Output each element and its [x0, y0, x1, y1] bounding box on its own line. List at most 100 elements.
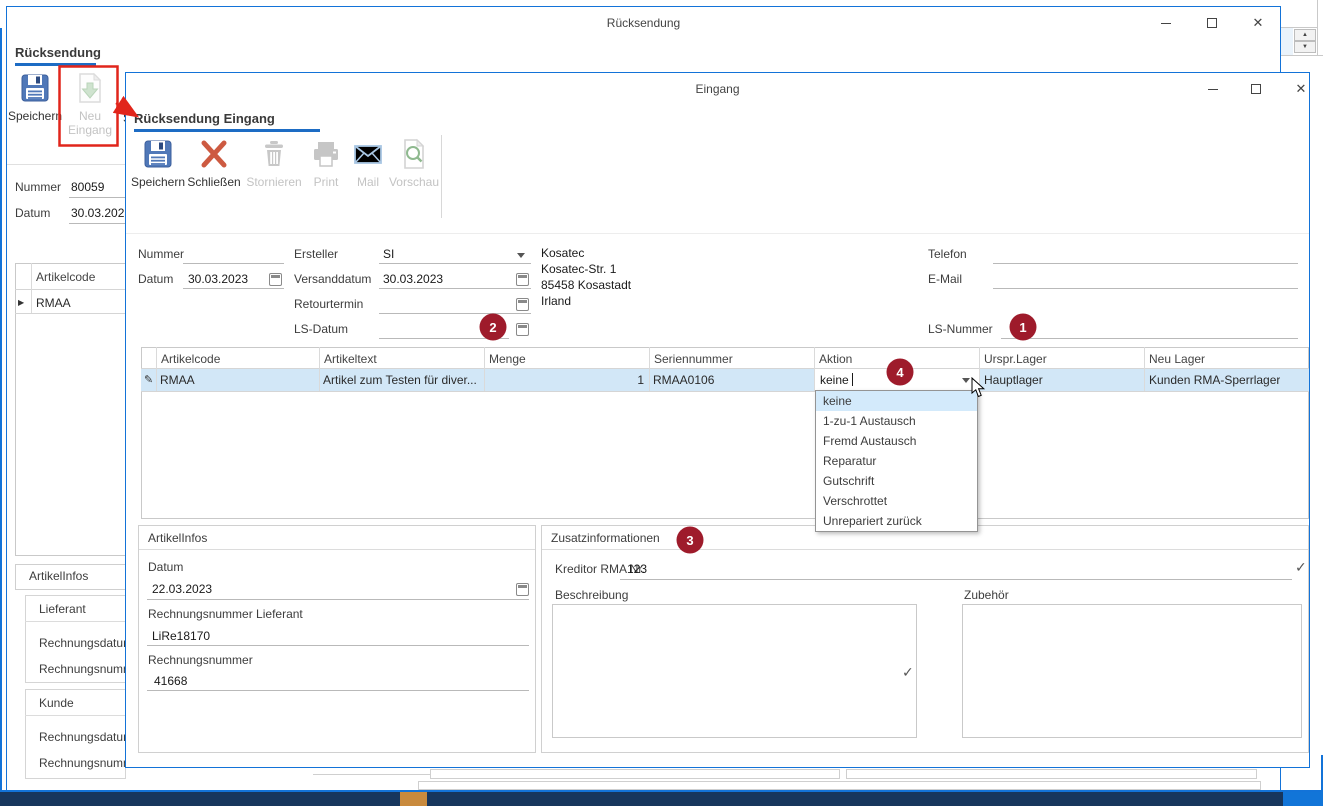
close-button[interactable]: ✕	[1288, 79, 1314, 99]
window-eingang: Eingang ✕ Rücksendung Eingang Speichern …	[125, 72, 1310, 768]
minimize-button[interactable]	[1153, 13, 1179, 33]
dropdown-option-fremd-austausch[interactable]: Fremd Austausch	[816, 431, 977, 451]
print-label: Print	[304, 175, 348, 189]
ls-datum-calendar-icon[interactable]	[516, 323, 529, 336]
cell-neu-lager[interactable]: Kunden RMA-Sperrlager	[1149, 373, 1280, 387]
address-line-3: 85458 Kosastadt	[541, 278, 631, 292]
ai-re-lieferant-underline	[147, 645, 529, 646]
grid-selected-row[interactable]	[141, 369, 1309, 391]
grid-corner-hline-2	[1281, 55, 1323, 56]
beschreibung-check-icon: ✓	[902, 664, 914, 681]
save-icon	[18, 71, 52, 105]
datum-value-bg[interactable]: 30.03.2023	[71, 206, 131, 220]
telefon-underline[interactable]	[993, 263, 1298, 264]
maximize-button[interactable]	[1199, 13, 1225, 33]
datum-calendar-icon[interactable]	[269, 273, 282, 286]
cell-urspr-lager[interactable]: Hauptlager	[984, 373, 1043, 387]
nummer-label-bg: Nummer	[15, 180, 61, 194]
kunde-title: Kunde	[39, 696, 74, 710]
ls-datum-underline[interactable]	[379, 338, 509, 339]
speichern-label: Speichern	[7, 109, 63, 123]
address-line-1: Kosatec	[541, 246, 584, 260]
nummer-value-bg[interactable]: 80059	[71, 180, 104, 194]
column-header-artikelcode[interactable]: Artikelcode	[161, 352, 220, 366]
versanddatum-calendar-icon[interactable]	[516, 273, 529, 286]
ls-nummer-underline[interactable]	[1001, 338, 1298, 339]
ai-rechnungsnummer-underline	[147, 690, 529, 691]
ersteller-value[interactable]: SI	[383, 247, 394, 261]
versanddatum-label: Versanddatum	[294, 272, 371, 286]
datum-value[interactable]: 30.03.2023	[188, 272, 248, 286]
datum-label-bg: Datum	[15, 206, 50, 220]
dropdown-option-unrepariert-zurueck[interactable]: Unrepariert zurück	[816, 511, 977, 531]
spinner-up-button[interactable]: ▲	[1294, 29, 1316, 41]
ai-re-lieferant-label: Rechnungsnummer Lieferant	[148, 607, 303, 621]
minimize-button[interactable]	[1200, 79, 1226, 99]
column-header-menge[interactable]: Menge	[489, 352, 526, 366]
aktion-cell-editor[interactable]: keine	[814, 369, 979, 391]
ls-nummer-label: LS-Nummer	[928, 322, 993, 336]
tab-ruecksendung-eingang[interactable]: Rücksendung Eingang	[134, 111, 275, 126]
datum-underline	[183, 288, 284, 289]
schliessen-button[interactable]: Schließen	[184, 137, 244, 189]
print-button: Print	[304, 137, 348, 189]
speichern-button[interactable]: Speichern	[130, 137, 186, 189]
dropdown-option-gutschrift[interactable]: Gutschrift	[816, 471, 977, 491]
column-header-urspr-lager[interactable]: Urspr.Lager	[984, 352, 1047, 366]
trash-icon	[257, 137, 291, 171]
edit-pencil-icon: ✎	[144, 373, 153, 386]
kreditor-rma-value[interactable]: 123	[627, 562, 647, 576]
minimize-icon	[1208, 89, 1218, 90]
cell-menge[interactable]: 1	[484, 373, 644, 387]
beschreibung-textarea[interactable]	[552, 604, 917, 738]
tab-ruecksendung[interactable]: Rücksendung	[15, 45, 101, 60]
ai-datum-value[interactable]: 22.03.2023	[152, 582, 212, 596]
column-header-neu-lager[interactable]: Neu Lager	[1149, 352, 1205, 366]
preview-icon	[397, 137, 431, 171]
ai-datum-calendar-icon[interactable]	[516, 583, 529, 596]
cell-artikelcode[interactable]: RMAA	[160, 373, 195, 387]
ersteller-dropdown-icon[interactable]	[517, 253, 525, 258]
ai-re-lieferant-value[interactable]: LiRe18170	[152, 629, 210, 643]
speichern-button-bg[interactable]: Speichern	[7, 71, 63, 123]
ersteller-underline	[379, 263, 531, 264]
aktion-dropdown-icon[interactable]	[962, 378, 970, 383]
nummer-underline[interactable]	[183, 263, 284, 264]
window-title: Eingang	[126, 82, 1309, 96]
dropdown-option-reparatur[interactable]: Reparatur	[816, 451, 977, 471]
cell-seriennummer[interactable]: RMAA0106	[653, 373, 714, 387]
lieferant-rechnungsdatum-label: Rechnungsdatum	[39, 636, 133, 650]
aktion-editor-value: keine	[820, 373, 849, 387]
column-header-seriennummer[interactable]: Seriennummer	[654, 352, 733, 366]
grid-selector-line-bg	[31, 263, 32, 313]
email-underline[interactable]	[993, 288, 1298, 289]
artikelinfos-title: ArtikelInfos	[139, 526, 535, 550]
retourtermin-underline[interactable]	[379, 313, 531, 314]
spinner-down-button[interactable]: ▼	[1294, 41, 1316, 53]
ai-rechnungsnummer-label: Rechnungsnummer	[148, 653, 253, 667]
dropdown-option-1zu1-austausch[interactable]: 1-zu-1 Austausch	[816, 411, 977, 431]
ai-datum-underline	[147, 599, 529, 600]
cell-artikeltext[interactable]: Artikel zum Testen für diver...	[323, 373, 483, 387]
ai-rechnungsnummer-value[interactable]: 41668	[154, 674, 187, 688]
retourtermin-calendar-icon[interactable]	[516, 298, 529, 311]
column-header-artikeltext[interactable]: Artikeltext	[324, 352, 377, 366]
column-header-aktion[interactable]: Aktion	[819, 352, 852, 366]
grid-vline-1	[156, 347, 157, 391]
artikelcode-column-header-bg[interactable]: Artikelcode	[36, 270, 95, 284]
versanddatum-value[interactable]: 30.03.2023	[383, 272, 443, 286]
artikelcode-cell-bg[interactable]: RMAA	[36, 296, 71, 310]
artikelinfos-title-bg: ArtikelInfos	[29, 569, 88, 583]
ersteller-label: Ersteller	[294, 247, 338, 261]
maximize-icon	[1207, 18, 1217, 28]
dropdown-option-keine[interactable]: keine	[816, 391, 977, 411]
zubehoer-label: Zubehör	[964, 588, 1009, 602]
screen: { "icons": { "close": "✕", "check": "✓",…	[0, 0, 1323, 806]
dropdown-option-verschrottet[interactable]: Verschrottet	[816, 491, 977, 511]
datum-label: Datum	[138, 272, 173, 286]
close-button[interactable]: ✕	[1245, 13, 1271, 33]
retourtermin-label: Retourtermin	[294, 297, 363, 311]
bottom-strip-box-a	[430, 769, 840, 779]
zubehoer-textarea[interactable]	[962, 604, 1302, 738]
maximize-button[interactable]	[1243, 79, 1269, 99]
